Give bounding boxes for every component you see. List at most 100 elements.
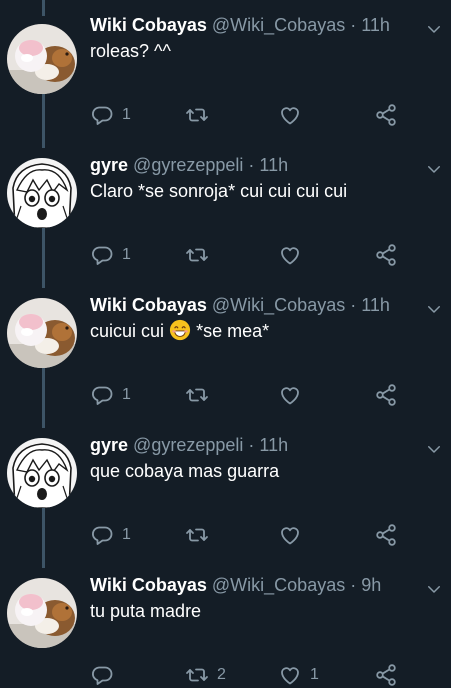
- display-name[interactable]: Wiki Cobayas: [90, 575, 207, 595]
- user-handle[interactable]: @Wiki_Cobayas: [212, 295, 345, 315]
- share-icon: [374, 243, 398, 267]
- reply-icon: [90, 383, 114, 407]
- separator-dot: ·: [350, 15, 357, 35]
- tweet-text: roleas? ^^: [90, 41, 171, 61]
- reply-button[interactable]: 1: [90, 522, 131, 548]
- tweet-text: cuicui cui *se mea*: [90, 319, 269, 343]
- separator-dot: ·: [248, 435, 255, 455]
- tweet-header: gyre @gyrezeppeli · 11h: [90, 154, 288, 176]
- tweet-header: Wiki Cobayas @Wiki_Cobayas · 11h: [90, 294, 390, 316]
- share-button[interactable]: [374, 382, 398, 408]
- thread-connector-line: [42, 0, 45, 16]
- share-button[interactable]: [374, 662, 398, 688]
- tweet-actions: 1: [90, 242, 420, 268]
- retweet-button[interactable]: [185, 522, 217, 548]
- heart-icon: [278, 663, 302, 687]
- tweet-header: gyre @gyrezeppeli · 11h: [90, 434, 288, 456]
- chevron-down-icon[interactable]: [425, 160, 443, 178]
- tweet-text: que cobaya mas guarra: [90, 461, 280, 481]
- conversation-timeline: Wiki Cobayas @Wiki_Cobayas · 11h roleas?…: [0, 0, 451, 688]
- share-button[interactable]: [374, 102, 398, 128]
- retweet-button[interactable]: 2: [185, 662, 226, 688]
- thread-connector-line: [42, 228, 45, 288]
- user-handle[interactable]: @gyrezeppeli: [133, 435, 243, 455]
- separator-dot: ·: [350, 295, 357, 315]
- tweet-actions: 1: [90, 102, 420, 128]
- heart-icon: [278, 383, 302, 407]
- display-name[interactable]: Wiki Cobayas: [90, 15, 207, 35]
- reply-icon: [90, 663, 114, 687]
- separator-dot: ·: [248, 155, 255, 175]
- retweet-icon: [185, 663, 209, 687]
- avatar[interactable]: [7, 438, 77, 508]
- user-handle[interactable]: @Wiki_Cobayas: [212, 15, 345, 35]
- thread-connector-line: [42, 368, 45, 428]
- tweet-actions: 1: [90, 522, 420, 548]
- tweet-text: tu puta madre: [90, 601, 202, 621]
- user-handle[interactable]: @Wiki_Cobayas: [212, 575, 345, 595]
- reply-count: 1: [122, 246, 131, 263]
- retweet-button[interactable]: [185, 242, 217, 268]
- timestamp[interactable]: 11h: [361, 295, 390, 315]
- avatar[interactable]: [7, 24, 77, 94]
- chevron-down-icon[interactable]: [425, 580, 443, 598]
- like-count: 1: [310, 666, 319, 683]
- reply-button[interactable]: 1: [90, 102, 131, 128]
- tweet-actions: 2 1: [90, 662, 420, 688]
- timestamp[interactable]: 11h: [361, 15, 390, 35]
- avatar[interactable]: [7, 578, 77, 648]
- thread-connector-line: [42, 508, 45, 568]
- heart-icon: [278, 243, 302, 267]
- timestamp[interactable]: 9h: [361, 575, 381, 595]
- like-button[interactable]: [278, 522, 310, 548]
- reply-button[interactable]: 1: [90, 382, 131, 408]
- retweet-icon: [185, 103, 209, 127]
- tweet-header: Wiki Cobayas @Wiki_Cobayas · 9h: [90, 574, 381, 596]
- like-button[interactable]: [278, 102, 310, 128]
- like-button[interactable]: [278, 382, 310, 408]
- tweet-text-part: cuicui cui: [90, 321, 165, 341]
- reply-icon: [90, 243, 114, 267]
- retweet-icon: [185, 383, 209, 407]
- retweet-button[interactable]: [185, 102, 217, 128]
- chevron-down-icon[interactable]: [425, 20, 443, 38]
- reply-button[interactable]: [90, 662, 122, 688]
- chevron-down-icon[interactable]: [425, 300, 443, 318]
- tweet-text: Claro *se sonroja* cui cui cui cui: [90, 181, 348, 201]
- share-icon: [374, 663, 398, 687]
- tweet-text-part: *se mea*: [196, 321, 270, 341]
- timestamp[interactable]: 11h: [259, 435, 288, 455]
- avatar[interactable]: [7, 158, 77, 228]
- reply-count: 1: [122, 386, 131, 403]
- smiling-face-emoji: [169, 319, 191, 341]
- like-button[interactable]: [278, 242, 310, 268]
- share-icon: [374, 523, 398, 547]
- retweet-count: 2: [217, 666, 226, 683]
- retweet-button[interactable]: [185, 382, 217, 408]
- reply-icon: [90, 103, 114, 127]
- reply-icon: [90, 523, 114, 547]
- share-button[interactable]: [374, 242, 398, 268]
- display-name[interactable]: gyre: [90, 155, 128, 175]
- thread-connector-line: [42, 90, 45, 148]
- tweet-actions: 1: [90, 382, 420, 408]
- heart-icon: [278, 103, 302, 127]
- reply-button[interactable]: 1: [90, 242, 131, 268]
- chevron-down-icon[interactable]: [425, 440, 443, 458]
- display-name[interactable]: gyre: [90, 435, 128, 455]
- share-icon: [374, 103, 398, 127]
- display-name[interactable]: Wiki Cobayas: [90, 295, 207, 315]
- like-button[interactable]: 1: [278, 662, 319, 688]
- retweet-icon: [185, 523, 209, 547]
- timestamp[interactable]: 11h: [259, 155, 288, 175]
- heart-icon: [278, 523, 302, 547]
- share-button[interactable]: [374, 522, 398, 548]
- retweet-icon: [185, 243, 209, 267]
- reply-count: 1: [122, 526, 131, 543]
- user-handle[interactable]: @gyrezeppeli: [133, 155, 243, 175]
- separator-dot: ·: [350, 575, 357, 595]
- share-icon: [374, 383, 398, 407]
- tweet-header: Wiki Cobayas @Wiki_Cobayas · 11h: [90, 14, 390, 36]
- avatar[interactable]: [7, 298, 77, 368]
- reply-count: 1: [122, 106, 131, 123]
